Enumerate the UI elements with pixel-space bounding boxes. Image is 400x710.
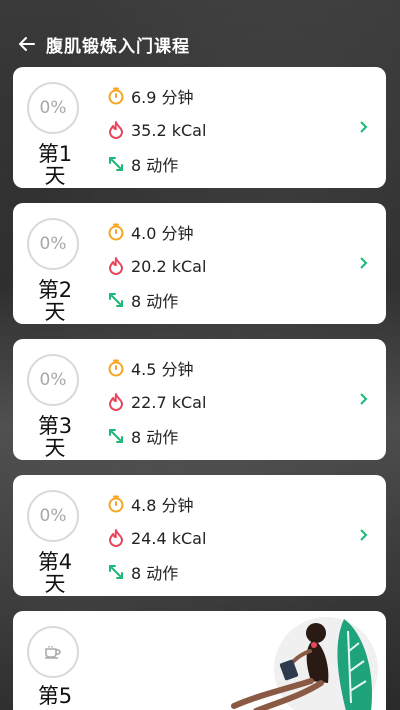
day-card-4[interactable]: 0% 第4天 4.8 分钟 24.4 kCal 8 动作 bbox=[13, 475, 386, 596]
day-card-3[interactable]: 0% 第3天 4.5 分钟 22.7 kCal 8 动作 bbox=[13, 339, 386, 460]
moves-stat: 8 动作 bbox=[105, 555, 206, 589]
day-label: 第4天 bbox=[37, 550, 73, 596]
day-label: 第1天 bbox=[37, 142, 73, 188]
flame-icon bbox=[105, 119, 127, 141]
duration-stat: 4.5 分钟 bbox=[105, 351, 206, 385]
progress-ring: 0% bbox=[27, 354, 79, 406]
expand-arrows-icon bbox=[105, 425, 127, 447]
page-title: 腹肌锻炼入门课程 bbox=[46, 36, 190, 57]
stopwatch-icon bbox=[105, 221, 127, 243]
moves-stat: 8 动作 bbox=[105, 147, 206, 181]
chevron-right-icon bbox=[356, 525, 372, 545]
progress-ring: 0% bbox=[27, 82, 79, 134]
top-bar: 腹肌锻炼入门课程 bbox=[0, 28, 400, 60]
chevron-right-icon bbox=[356, 117, 372, 137]
coffee-cup-icon bbox=[27, 626, 79, 678]
calories-stat: 35.2 kCal bbox=[105, 113, 206, 147]
duration-stat: 6.9 分钟 bbox=[105, 79, 206, 113]
moves-stat: 8 动作 bbox=[105, 419, 206, 453]
duration-stat: 4.0 分钟 bbox=[105, 215, 206, 249]
calories-stat: 24.4 kCal bbox=[105, 521, 206, 555]
moves-stat: 8 动作 bbox=[105, 283, 206, 317]
flame-icon bbox=[105, 527, 127, 549]
stopwatch-icon bbox=[105, 357, 127, 379]
day-card-2[interactable]: 0% 第2天 4.0 分钟 20.2 kCal 8 动作 bbox=[13, 203, 386, 324]
flame-icon bbox=[105, 255, 127, 277]
flame-icon bbox=[105, 391, 127, 413]
back-button[interactable] bbox=[10, 28, 44, 60]
day-label: 第2天 bbox=[37, 278, 73, 324]
arrow-left-icon bbox=[19, 37, 35, 51]
day-card-1[interactable]: 0% 第1天 6.9 分钟 35.2 kCal 8 动作 bbox=[13, 67, 386, 188]
resting-woman-illustration bbox=[231, 617, 378, 710]
chevron-right-icon bbox=[356, 253, 372, 273]
expand-arrows-icon bbox=[105, 153, 127, 175]
progress-ring: 0% bbox=[27, 218, 79, 270]
day-card-5[interactable]: 第5 bbox=[13, 611, 386, 710]
day-label: 第3天 bbox=[37, 414, 73, 460]
chevron-right-icon bbox=[356, 389, 372, 409]
calories-stat: 22.7 kCal bbox=[105, 385, 206, 419]
progress-ring: 0% bbox=[27, 490, 79, 542]
expand-arrows-icon bbox=[105, 561, 127, 583]
day-label: 第5 bbox=[37, 684, 73, 708]
stopwatch-icon bbox=[105, 493, 127, 515]
calories-stat: 20.2 kCal bbox=[105, 249, 206, 283]
expand-arrows-icon bbox=[105, 289, 127, 311]
duration-stat: 4.8 分钟 bbox=[105, 487, 206, 521]
stopwatch-icon bbox=[105, 85, 127, 107]
